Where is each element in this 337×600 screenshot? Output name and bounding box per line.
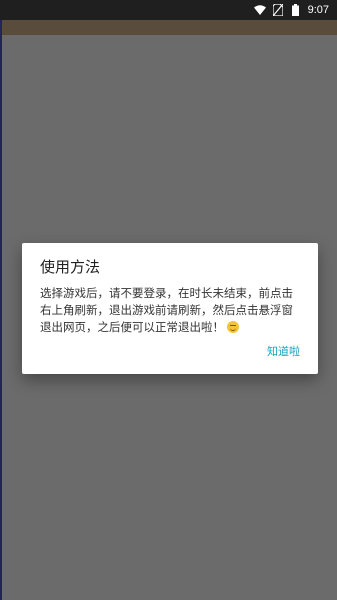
battery-icon <box>290 4 302 16</box>
status-bar: 9:07 <box>0 0 337 20</box>
dialog-title: 使用方法 <box>40 258 101 276</box>
overlay-edge <box>0 20 2 600</box>
status-time: 9:07 <box>307 3 329 16</box>
dialog-message: 选择游戏后，请不要登录，在时长未结束，前点击右上角刷新，退出游戏前请刷新，然后点… <box>40 286 293 334</box>
screen: 9:07 使用方法 选择游戏后，请不要登录，在时长未结束，前点击右上角刷新，退出… <box>0 0 337 600</box>
got-it-button[interactable]: 知道啦 <box>267 343 300 359</box>
usage-dialog: 使用方法 选择游戏后，请不要登录，在时长未结束，前点击右上角刷新，退出游戏前请刷… <box>22 243 318 374</box>
app-bar <box>0 20 337 35</box>
smiling-face-icon <box>227 321 239 333</box>
dialog-message-container: 选择游戏后，请不要登录，在时长未结束，前点击右上角刷新，退出游戏前请刷新，然后点… <box>40 285 300 336</box>
no-sim-icon <box>272 4 284 16</box>
wifi-icon <box>253 4 266 16</box>
